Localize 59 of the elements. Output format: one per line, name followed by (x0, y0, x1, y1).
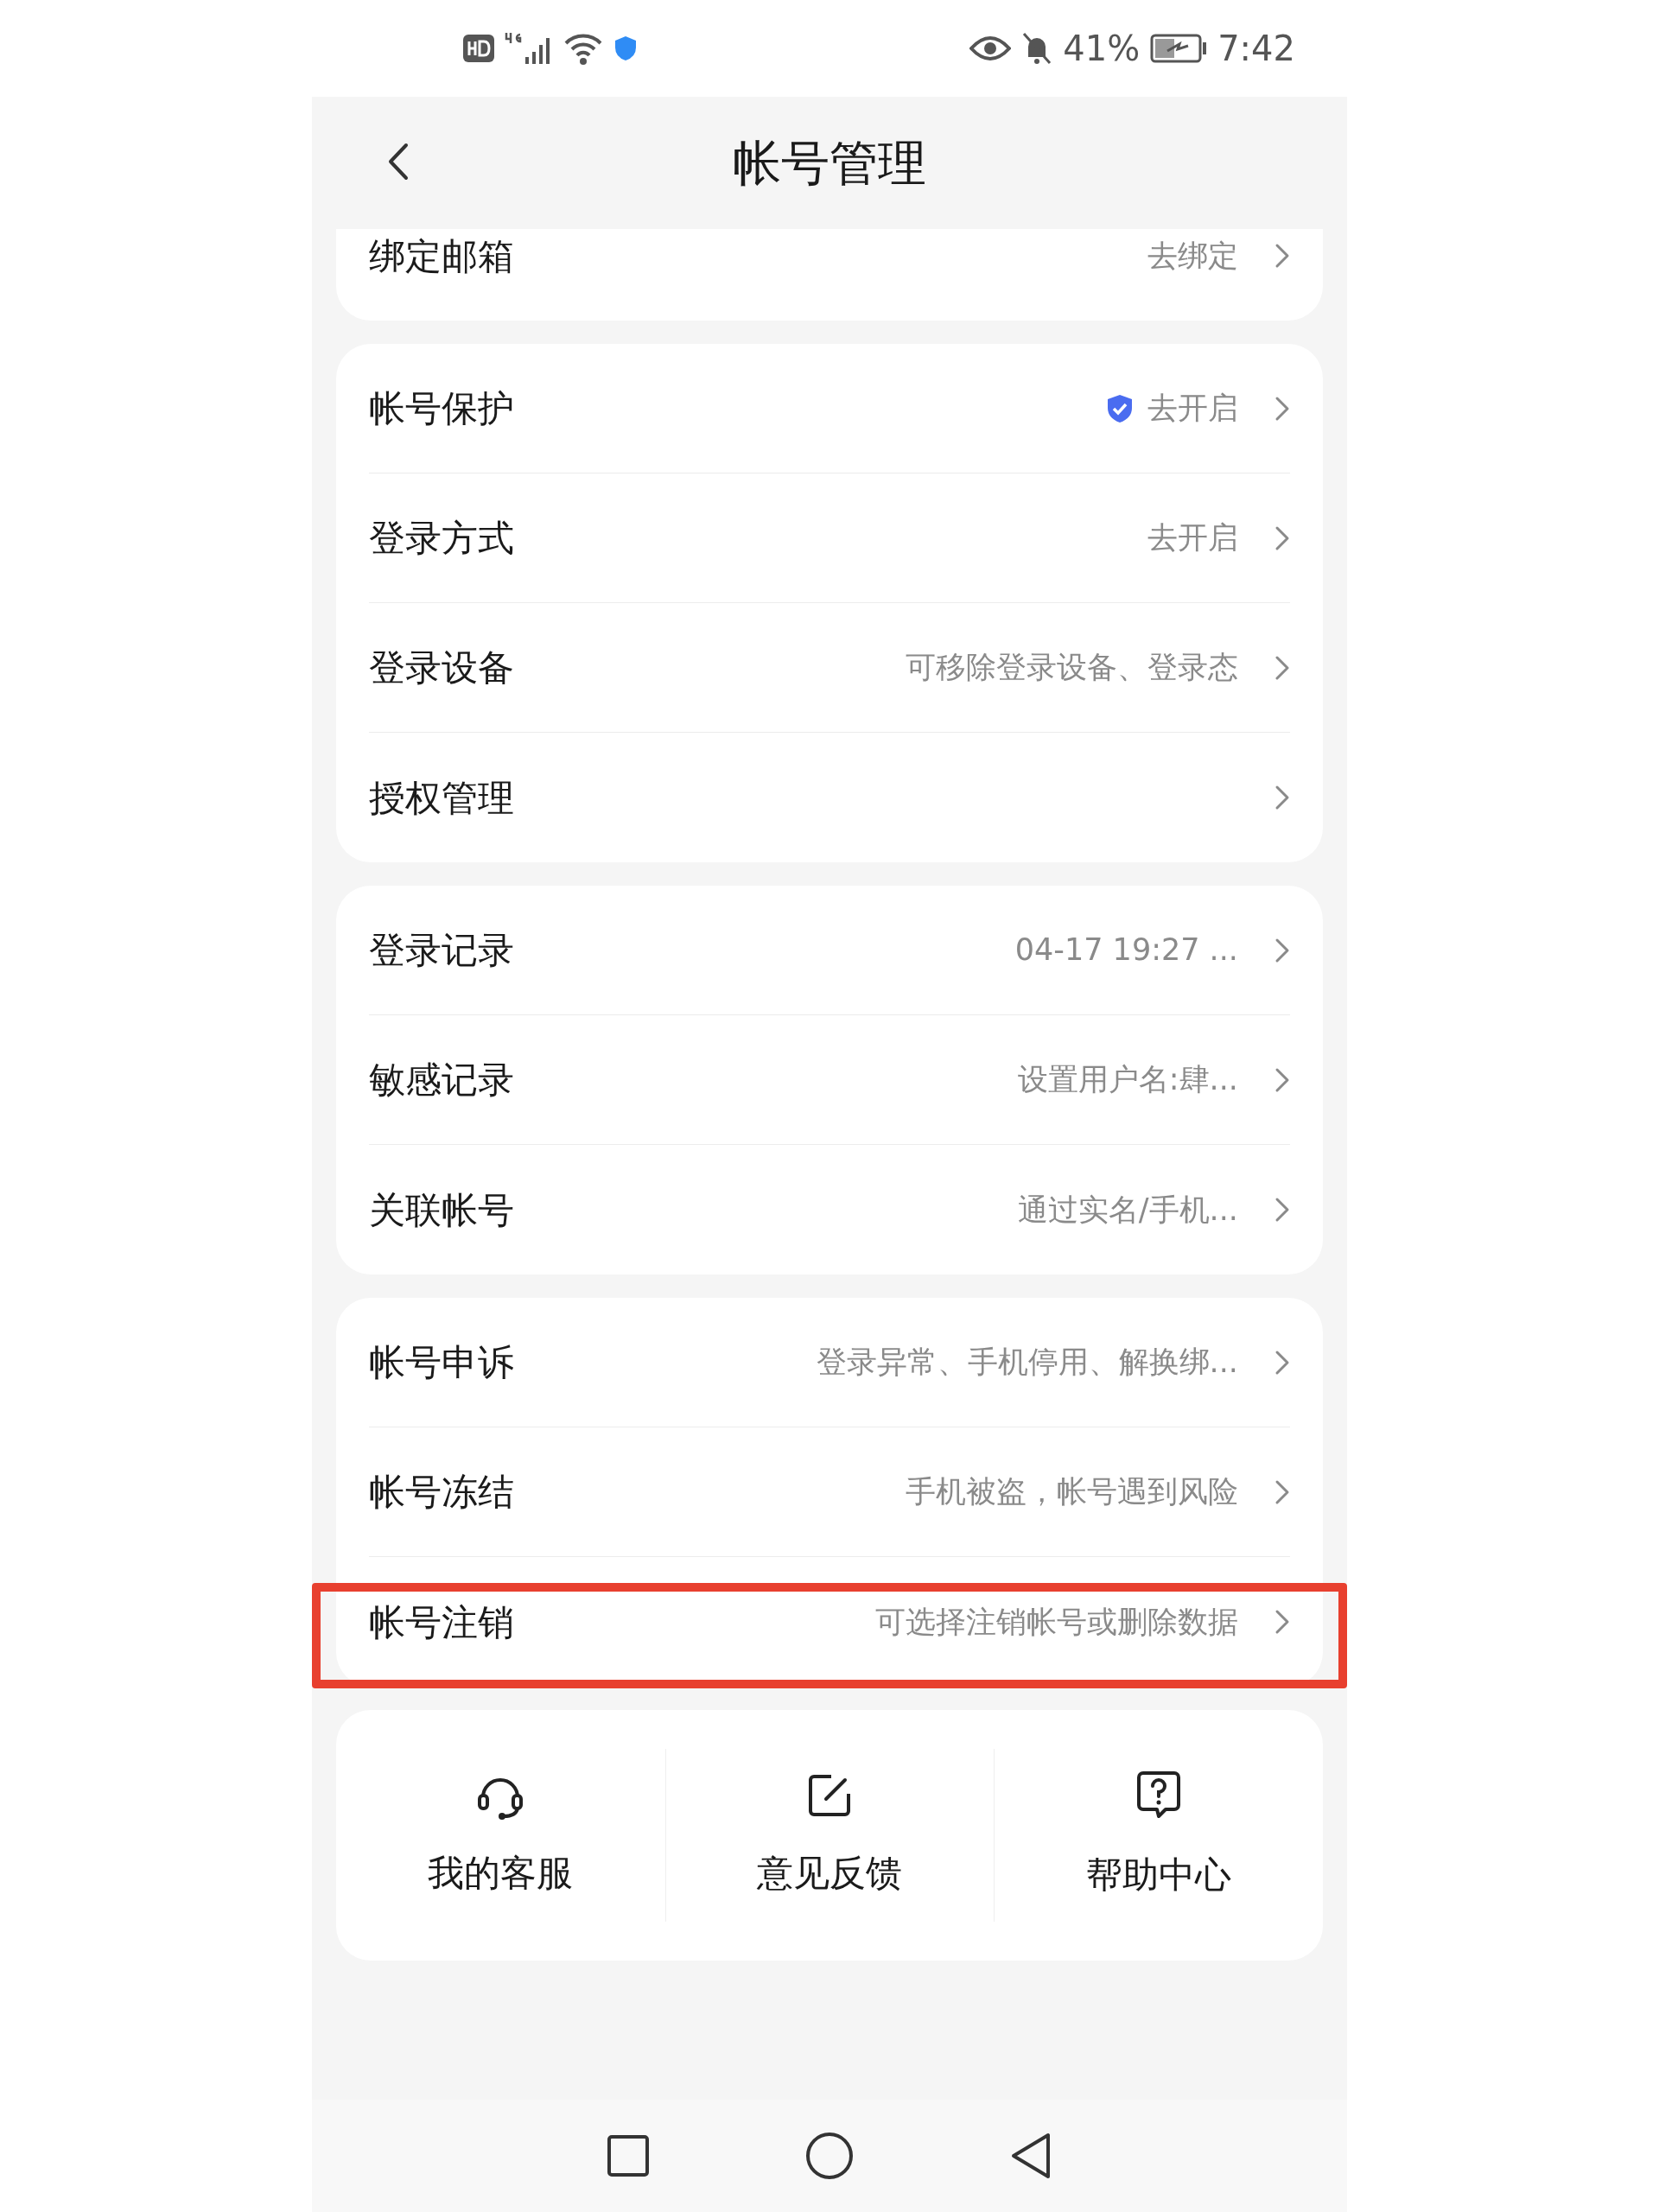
chevron-right-icon (1274, 654, 1290, 681)
muted-bell-icon (1021, 31, 1053, 66)
row-value: 登录异常、手机停用、解换绑... (816, 1344, 1238, 1382)
settings-row[interactable]: 帐号保护 去开启 (369, 344, 1290, 474)
row-label: 登录方式 (369, 516, 514, 561)
row-label: 帐号冻结 (369, 1470, 514, 1515)
chevron-right-icon (1274, 1066, 1290, 1093)
settings-row[interactable]: 帐号注销 可选择注销帐号或删除数据 (369, 1557, 1290, 1687)
row-label: 帐号申诉 (369, 1340, 514, 1385)
row-value: 去绑定 (1147, 237, 1238, 275)
settings-row[interactable]: 敏感记录 设置用户名:肆... (369, 1015, 1290, 1145)
settings-row[interactable]: 登录方式 去开启 (369, 474, 1290, 603)
settings-row[interactable]: 帐号申诉 登录异常、手机停用、解换绑... (369, 1298, 1290, 1427)
shield-icon (613, 35, 638, 62)
row-value: 通过实名/手机... (1017, 1191, 1238, 1229)
clock-time: 7:42 (1217, 28, 1295, 70)
hd-icon (463, 35, 494, 62)
square-icon (607, 2135, 649, 2177)
row-label: 帐号保护 (369, 386, 514, 431)
battery-percentage: 41% (1063, 28, 1141, 70)
row-label: 登录设备 (369, 645, 514, 690)
row-label: 帐号注销 (369, 1599, 514, 1645)
chevron-right-icon (1274, 1478, 1290, 1505)
chevron-right-icon (1274, 1349, 1290, 1376)
settings-row[interactable]: 授权管理 (369, 733, 1290, 862)
row-value: 去开启 (1147, 390, 1238, 428)
chevron-right-icon (1274, 524, 1290, 551)
row-value: 04-17 19:27 ... (1014, 931, 1238, 969)
page-title: 帐号管理 (733, 133, 926, 193)
row-label: 关联帐号 (369, 1187, 514, 1233)
service-button[interactable]: 帮助中心 (994, 1749, 1323, 1922)
chevron-right-icon (1274, 937, 1290, 963)
settings-row[interactable]: 登录记录 04-17 19:27 ... (369, 886, 1290, 1015)
service-button[interactable]: 我的客服 (336, 1749, 665, 1922)
chevron-right-icon (1274, 785, 1290, 810)
settings-row[interactable]: 关联帐号 通过实名/手机... (369, 1145, 1290, 1274)
back-icon (388, 143, 409, 181)
circle-icon (805, 2132, 854, 2180)
row-label: 登录记录 (369, 928, 514, 973)
settings-row[interactable]: 绑定邮箱 去绑定 (369, 229, 1290, 321)
row-label: 授权管理 (369, 775, 514, 821)
chevron-right-icon (1274, 1609, 1290, 1635)
row-value: 可选择注销帐号或删除数据 (875, 1603, 1238, 1641)
chevron-right-icon (1274, 395, 1290, 422)
row-label: 敏感记录 (369, 1058, 514, 1103)
row-value: 去开启 (1147, 519, 1238, 557)
row-label: 绑定邮箱 (369, 233, 514, 279)
row-value: 设置用户名:肆... (1017, 1061, 1238, 1099)
settings-row[interactable]: 帐号冻结 手机被盗，帐号遇到风险 (369, 1427, 1290, 1557)
settings-row[interactable]: 登录设备 可移除登录设备、登录态 (369, 603, 1290, 733)
eye-icon (969, 35, 1012, 62)
chevron-right-icon (1274, 243, 1290, 269)
battery-charging-icon (1150, 34, 1208, 63)
service-button[interactable]: 意见反馈 (664, 1749, 995, 1922)
row-value: 可移除登录设备、登录态 (906, 649, 1238, 687)
row-value: 手机被盗，帐号遇到风险 (906, 1473, 1238, 1511)
home-button[interactable] (804, 2130, 855, 2182)
chevron-right-icon (1274, 1197, 1290, 1223)
triangle-back-icon (1010, 2133, 1052, 2179)
